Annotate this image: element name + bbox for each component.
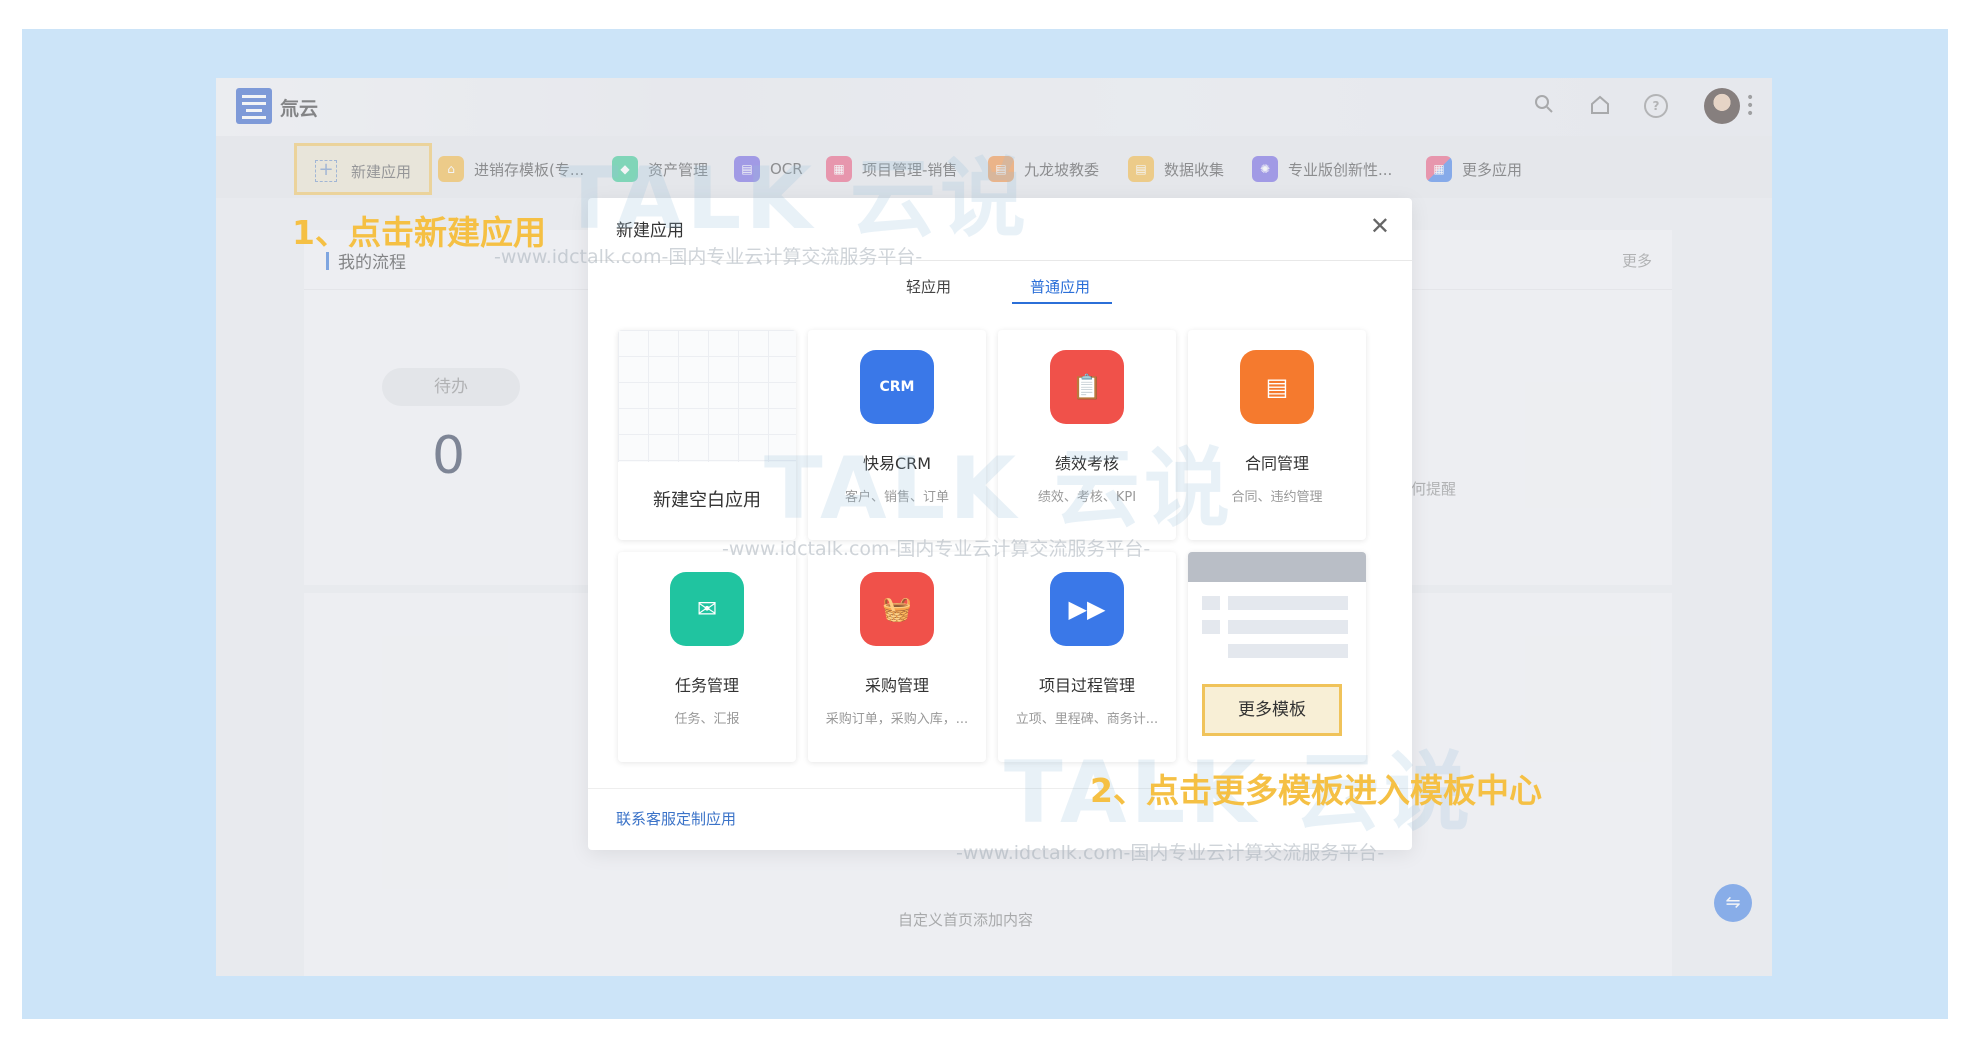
- preview-row: [1228, 644, 1348, 658]
- contract-icon: ▤: [1240, 350, 1314, 424]
- envelope-check-icon: ✉: [670, 572, 744, 646]
- preview-row: [1228, 620, 1348, 634]
- close-icon[interactable]: ✕: [1370, 212, 1390, 240]
- watermark-sub: -www.idctalk.com-国内专业云计算交流服务平台-: [722, 538, 1151, 560]
- basket-icon: 🧺: [860, 572, 934, 646]
- template-desc: 任务、汇报: [674, 712, 740, 727]
- preview-header: [1188, 552, 1366, 582]
- folder-icon: ▶▶: [1050, 572, 1124, 646]
- watermark-logo: TALK 云说: [560, 149, 1030, 249]
- watermark-logo: TALK 云说: [764, 439, 1234, 539]
- tab-light-app[interactable]: 轻应用: [906, 276, 951, 297]
- template-desc: 采购订单，采购入库，...: [825, 712, 969, 727]
- template-name: 采购管理: [864, 676, 929, 695]
- preview-row: [1202, 596, 1220, 610]
- tab-normal-app[interactable]: 普通应用: [1030, 276, 1090, 297]
- template-name: 任务管理: [674, 676, 739, 695]
- template-card-purchase[interactable]: 🧺 采购管理 采购订单，采购入库，...: [808, 552, 986, 762]
- crm-icon: CRM: [860, 350, 934, 424]
- watermark-sub: -www.idctalk.com-国内专业云计算交流服务平台-: [956, 842, 1385, 864]
- preview-row: [1202, 620, 1220, 634]
- template-card-task[interactable]: ✉ 任务管理 任务、汇报: [618, 552, 796, 762]
- template-name: 项目过程管理: [1038, 676, 1135, 695]
- step2-annotation: 2、点击更多模板进入模板中心: [1090, 771, 1542, 810]
- contact-custom-link[interactable]: 联系客服定制应用: [616, 808, 736, 829]
- watermark-sub: -www.idctalk.com-国内专业云计算交流服务平台-: [494, 246, 923, 268]
- active-tab-indicator: [1012, 302, 1112, 304]
- preview-row: [1228, 596, 1348, 610]
- step1-annotation: 1、点击新建应用: [292, 213, 546, 252]
- clipboard-icon: 📋: [1050, 350, 1124, 424]
